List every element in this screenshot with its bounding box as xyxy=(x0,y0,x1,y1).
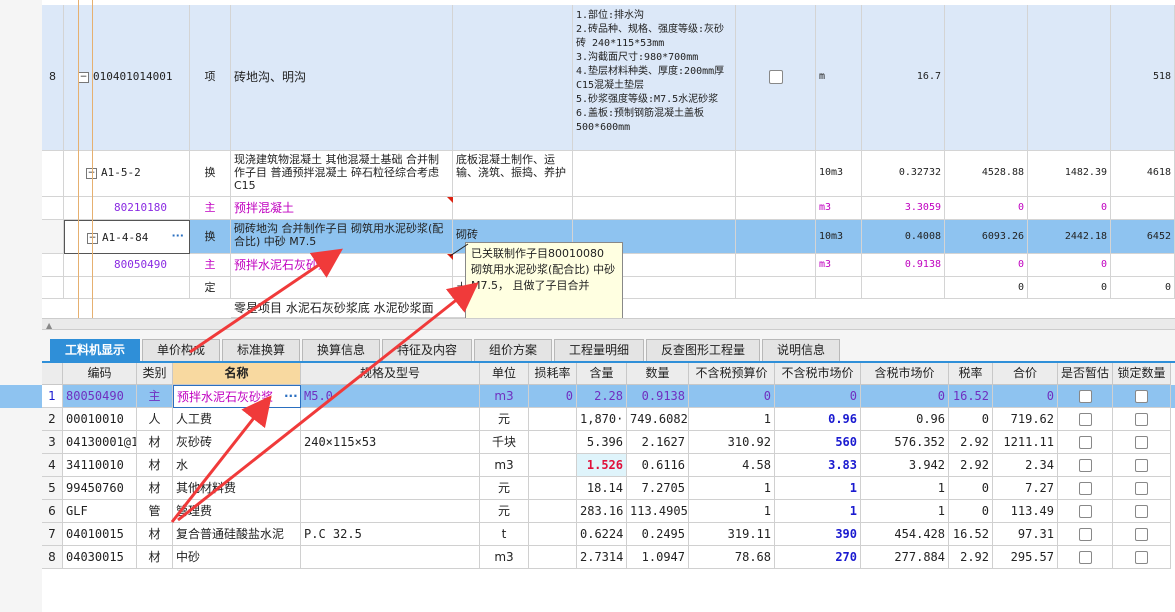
arrow-to-name xyxy=(189,248,343,354)
arrow-to-tooltip xyxy=(177,282,479,522)
annotation-arrows xyxy=(170,243,479,523)
tooltip-pointer xyxy=(449,243,469,257)
